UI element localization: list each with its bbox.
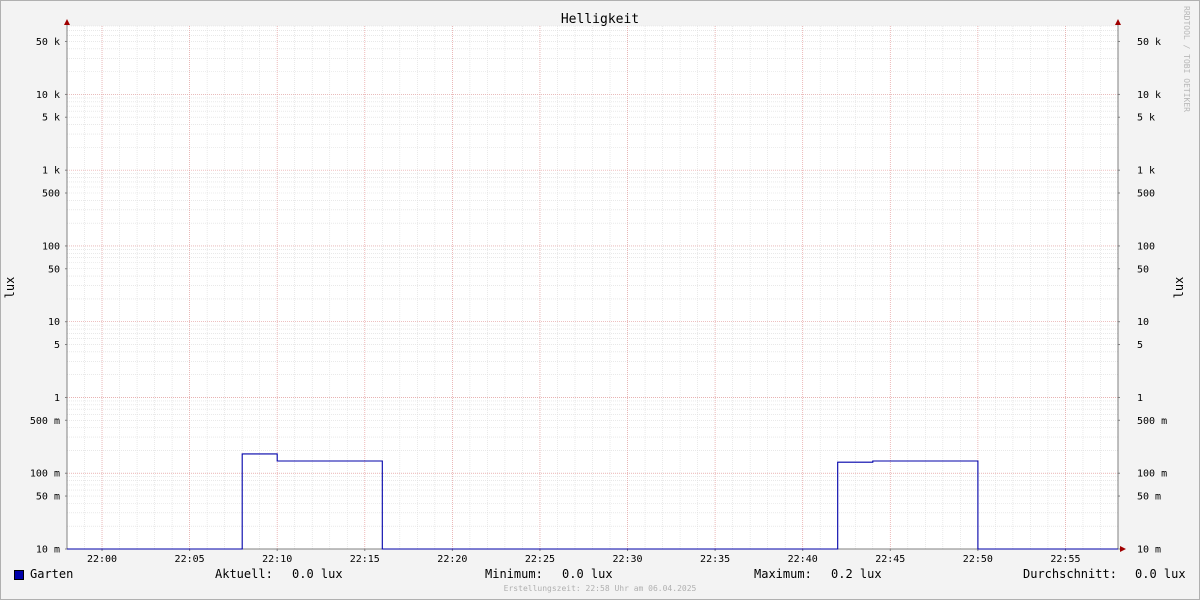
x-tick-label: 22:50 bbox=[963, 554, 993, 565]
y-tick-label-left: 50 bbox=[48, 264, 60, 275]
y-tick-label-left: 1 k bbox=[42, 166, 60, 177]
x-tick-label: 22:20 bbox=[437, 554, 467, 565]
y-axis-label-left: lux bbox=[3, 277, 17, 299]
y-tick-label-right: 500 m bbox=[1137, 416, 1167, 427]
legend-current-value: 0.0 lux bbox=[292, 567, 343, 581]
x-tick-label: 22:45 bbox=[875, 554, 905, 565]
y-tick-label-left: 10 k bbox=[36, 90, 60, 101]
y-axis-right-arrow bbox=[1115, 19, 1121, 25]
legend-current-label: Aktuell: bbox=[215, 567, 273, 581]
x-axis-arrow bbox=[1120, 546, 1126, 552]
y-tick-label-left: 10 m bbox=[36, 545, 60, 556]
legend-min-label: Minimum: bbox=[485, 567, 543, 581]
y-tick-label-right: 50 bbox=[1137, 264, 1149, 275]
x-tick-label: 22:10 bbox=[262, 554, 292, 565]
chart-svg: 50 k 50 k 10 k 10 k 5 k 5 k 1 k 1 k 500 500 100 100… bbox=[3, 12, 1186, 565]
y-tick-label-right: 5 k bbox=[1137, 113, 1155, 124]
y-tick-label-left: 50 m bbox=[36, 492, 60, 503]
y-tick-label-right: 10 m bbox=[1137, 545, 1161, 556]
y-tick-label-right: 100 m bbox=[1137, 469, 1167, 480]
legend-avg-value: 0.0 lux bbox=[1135, 567, 1186, 581]
x-tick-label: 22:40 bbox=[788, 554, 818, 565]
legend-min-value: 0.0 lux bbox=[562, 567, 613, 581]
x-tick-label: 22:25 bbox=[525, 554, 555, 565]
chart-title: Helligkeit bbox=[561, 12, 639, 27]
y-tick-label-left: 500 bbox=[42, 188, 60, 199]
y-tick-label-right: 50 m bbox=[1137, 492, 1161, 503]
legend-swatch bbox=[14, 570, 24, 580]
y-tick-label-left: 100 m bbox=[30, 469, 60, 480]
y-axis-left-arrow bbox=[64, 19, 70, 25]
y-tick-label-left: 1 bbox=[54, 393, 60, 404]
legend-max-label: Maximum: bbox=[754, 567, 812, 581]
x-tick-label: 22:05 bbox=[175, 554, 205, 565]
y-tick-label-left: 5 k bbox=[42, 113, 60, 124]
x-tick-label: 22:15 bbox=[350, 554, 380, 565]
y-tick-label-right: 10 k bbox=[1137, 90, 1161, 101]
grid-layer bbox=[66, 25, 1119, 550]
y-tick-label-left: 500 m bbox=[30, 416, 60, 427]
footer-timestamp: Erstellungszeit: 22:58 Uhr am 06.04.2025 bbox=[503, 584, 697, 593]
y-tick-label-right: 50 k bbox=[1137, 37, 1161, 48]
legend-avg-label: Durchschnitt: bbox=[1023, 567, 1117, 581]
x-tick-label: 22:30 bbox=[612, 554, 642, 565]
y-tick-label-right: 500 bbox=[1137, 188, 1155, 199]
y-tick-label-right: 5 bbox=[1137, 340, 1143, 351]
x-tick-label: 22:00 bbox=[87, 554, 117, 565]
y-axis-label-right: lux bbox=[1172, 277, 1186, 299]
y-tick-label-right: 10 bbox=[1137, 317, 1149, 328]
y-tick-label-left: 100 bbox=[42, 241, 60, 252]
x-tick-label: 22:55 bbox=[1050, 554, 1080, 565]
y-tick-label-right: 1 bbox=[1137, 393, 1143, 404]
x-tick-label: 22:35 bbox=[700, 554, 730, 565]
watermark: RRDTOOL / TOBI OETIKER bbox=[1182, 6, 1191, 112]
y-tick-label-left: 50 k bbox=[36, 37, 60, 48]
legend-series-name: Garten bbox=[30, 567, 74, 581]
legend-max-value: 0.2 lux bbox=[831, 567, 882, 581]
y-tick-label-right: 100 bbox=[1137, 241, 1155, 252]
y-tick-label-left: 10 bbox=[48, 317, 60, 328]
y-tick-label-left: 5 bbox=[54, 340, 60, 351]
y-tick-label-right: 1 k bbox=[1137, 166, 1155, 177]
